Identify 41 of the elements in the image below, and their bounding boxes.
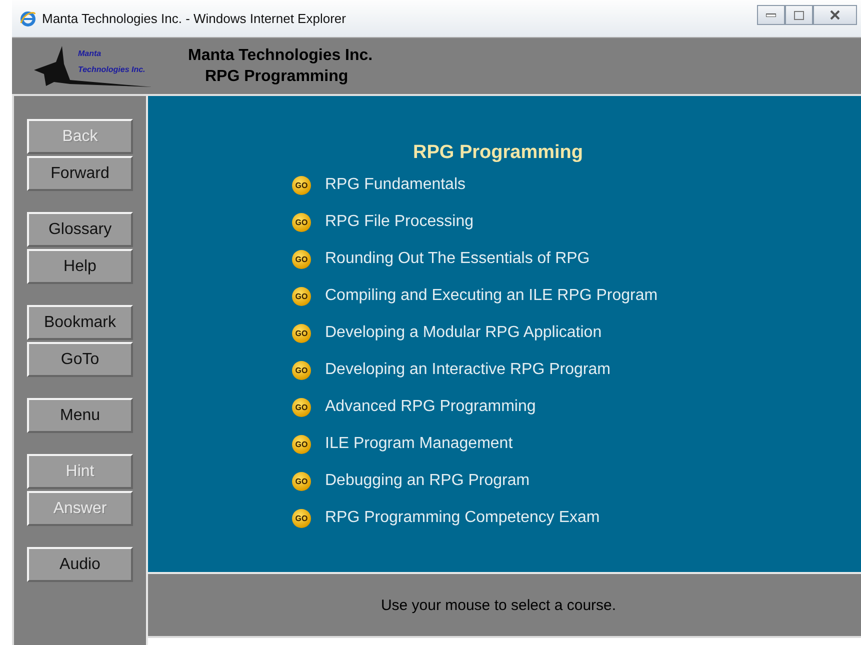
course-link[interactable]: RPG File Processing xyxy=(325,213,474,231)
status-message: Use your mouse to select a course. xyxy=(380,596,616,614)
go-button[interactable]: GO xyxy=(292,250,311,268)
minimize-icon xyxy=(766,13,776,17)
maximize-icon xyxy=(794,10,804,20)
course-link[interactable]: Advanced RPG Programming xyxy=(325,398,536,416)
go-button[interactable]: GO xyxy=(292,176,311,194)
course-link[interactable]: ILE Program Management xyxy=(325,435,513,453)
go-button[interactable]: GO xyxy=(292,434,311,454)
close-button[interactable] xyxy=(813,5,857,25)
course-link[interactable]: RPG Fundamentals xyxy=(325,176,466,194)
course-link[interactable]: Rounding Out The Essentials of RPG xyxy=(325,250,590,268)
go-button[interactable]: GO xyxy=(292,508,311,528)
close-icon xyxy=(830,10,840,20)
go-button[interactable]: GO xyxy=(292,212,311,232)
logo-text: Manta xyxy=(78,49,102,58)
course-link[interactable]: Compiling and Executing an ILE RPG Program xyxy=(325,287,658,305)
header-title: RPG Programming xyxy=(205,67,350,87)
go-button[interactable]: GO xyxy=(292,398,311,416)
nav-button[interactable]: Menu xyxy=(27,398,133,433)
course-link[interactable]: RPG Programming Competency Exam xyxy=(325,509,600,527)
nav-button[interactable]: Forward xyxy=(27,156,133,191)
header-title: Manta Technologies Inc. xyxy=(188,46,373,66)
course-link[interactable]: Developing an Interactive RPG Program xyxy=(325,361,610,379)
browser-logo-icon xyxy=(20,10,36,26)
maximize-button[interactable] xyxy=(785,5,813,25)
go-button[interactable]: GO xyxy=(292,472,311,490)
go-button[interactable]: GO xyxy=(292,360,311,380)
nav-button[interactable]: Glossary xyxy=(27,212,133,247)
nav-button[interactable]: GoTo xyxy=(27,342,133,377)
go-button[interactable]: GO xyxy=(292,286,311,306)
minimize-button[interactable] xyxy=(757,5,785,25)
course-link[interactable]: Debugging an RPG Program xyxy=(325,472,530,490)
window-title: Manta Technologies Inc. - Windows Internet Explorer xyxy=(42,11,346,26)
nav-button[interactable]: Bookmark xyxy=(27,305,133,340)
logo-text: Technologies Inc. xyxy=(78,65,146,74)
go-button[interactable]: GO xyxy=(292,324,311,342)
page-heading: RPG Programming xyxy=(412,142,584,164)
nav-button[interactable]: Audio xyxy=(27,547,133,582)
nav-button[interactable]: Help xyxy=(27,249,133,284)
course-link[interactable]: Developing a Modular RPG Application xyxy=(325,324,602,342)
